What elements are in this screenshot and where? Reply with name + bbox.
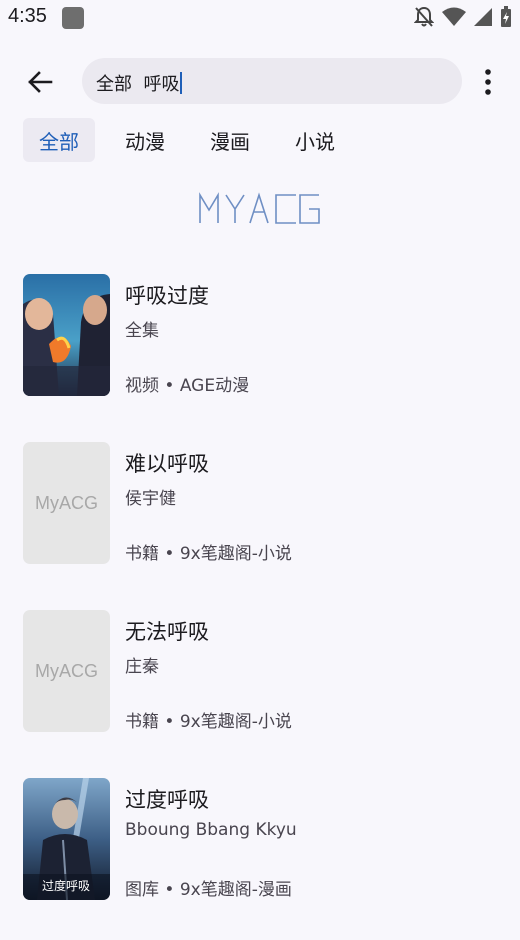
tab-novel[interactable]: 小说 xyxy=(280,118,350,162)
more-vert-icon xyxy=(485,69,491,95)
item-source: 视频 • AGE动漫 xyxy=(125,376,250,396)
bell-off-icon xyxy=(414,6,434,27)
search-input[interactable]: 全部 呼吸 xyxy=(82,58,462,104)
item-title: 呼吸过度 xyxy=(125,284,209,308)
item-subtitle: 全集 xyxy=(125,321,159,341)
placeholder-label: MyACG xyxy=(35,492,98,513)
item-subtitle: 侯宇健 xyxy=(125,489,176,509)
result-item[interactable]: 呼吸过度 全集 视频 • AGE动漫 xyxy=(0,268,520,436)
result-item[interactable]: MyACG 难以呼吸 侯宇健 书籍 • 9x笔趣阁-小说 xyxy=(0,436,520,604)
cover-caption: 过度呼吸 xyxy=(42,878,90,893)
more-options-button[interactable] xyxy=(470,60,506,104)
tab-all[interactable]: 全部 xyxy=(23,118,95,162)
item-subtitle: 庄秦 xyxy=(125,657,159,677)
wifi-icon xyxy=(442,7,466,26)
item-source: 书籍 • 9x笔趣阁-小说 xyxy=(125,712,292,732)
cover-placeholder: MyACG xyxy=(23,442,110,564)
search-results: 呼吸过度 全集 视频 • AGE动漫 MyACG 难以呼吸 侯宇健 书籍 • 9… xyxy=(0,268,520,940)
app-notification-icon xyxy=(62,7,84,29)
status-time: 4:35 xyxy=(8,5,47,27)
item-title: 过度呼吸 xyxy=(125,788,209,812)
item-title: 无法呼吸 xyxy=(125,620,209,644)
cover-placeholder: MyACG xyxy=(23,610,110,732)
status-icons xyxy=(414,6,512,28)
tab-anime[interactable]: 动漫 xyxy=(110,118,180,162)
item-source: 图库 • 9x笔趣阁-漫画 xyxy=(125,880,292,900)
top-app-bar: 全部 呼吸 xyxy=(0,56,520,108)
back-button[interactable] xyxy=(18,60,62,104)
tab-manga[interactable]: 漫画 xyxy=(195,118,265,162)
search-query: 全部 呼吸 xyxy=(96,70,183,96)
text-caret xyxy=(180,72,183,94)
item-title: 难以呼吸 xyxy=(125,452,209,476)
placeholder-label: MyACG xyxy=(35,660,98,681)
category-tabs: 全部 动漫 漫画 小说 xyxy=(23,118,365,162)
arrow-left-icon xyxy=(28,71,53,93)
item-subtitle: Bboung Bbang Kkyu xyxy=(125,820,297,840)
status-bar: 4:35 xyxy=(0,0,520,40)
cover-image xyxy=(23,274,110,396)
item-source: 书籍 • 9x笔趣阁-小说 xyxy=(125,544,292,564)
myacg-logo xyxy=(199,192,320,224)
result-item[interactable]: 过度呼吸 过度呼吸 Bboung Bbang Kkyu 图库 • 9x笔趣阁-漫… xyxy=(0,772,520,940)
cover-image: 过度呼吸 xyxy=(23,778,110,900)
battery-icon xyxy=(501,6,511,27)
result-item[interactable]: MyACG 无法呼吸 庄秦 书籍 • 9x笔趣阁-小说 xyxy=(0,604,520,772)
signal-icon xyxy=(474,8,492,26)
